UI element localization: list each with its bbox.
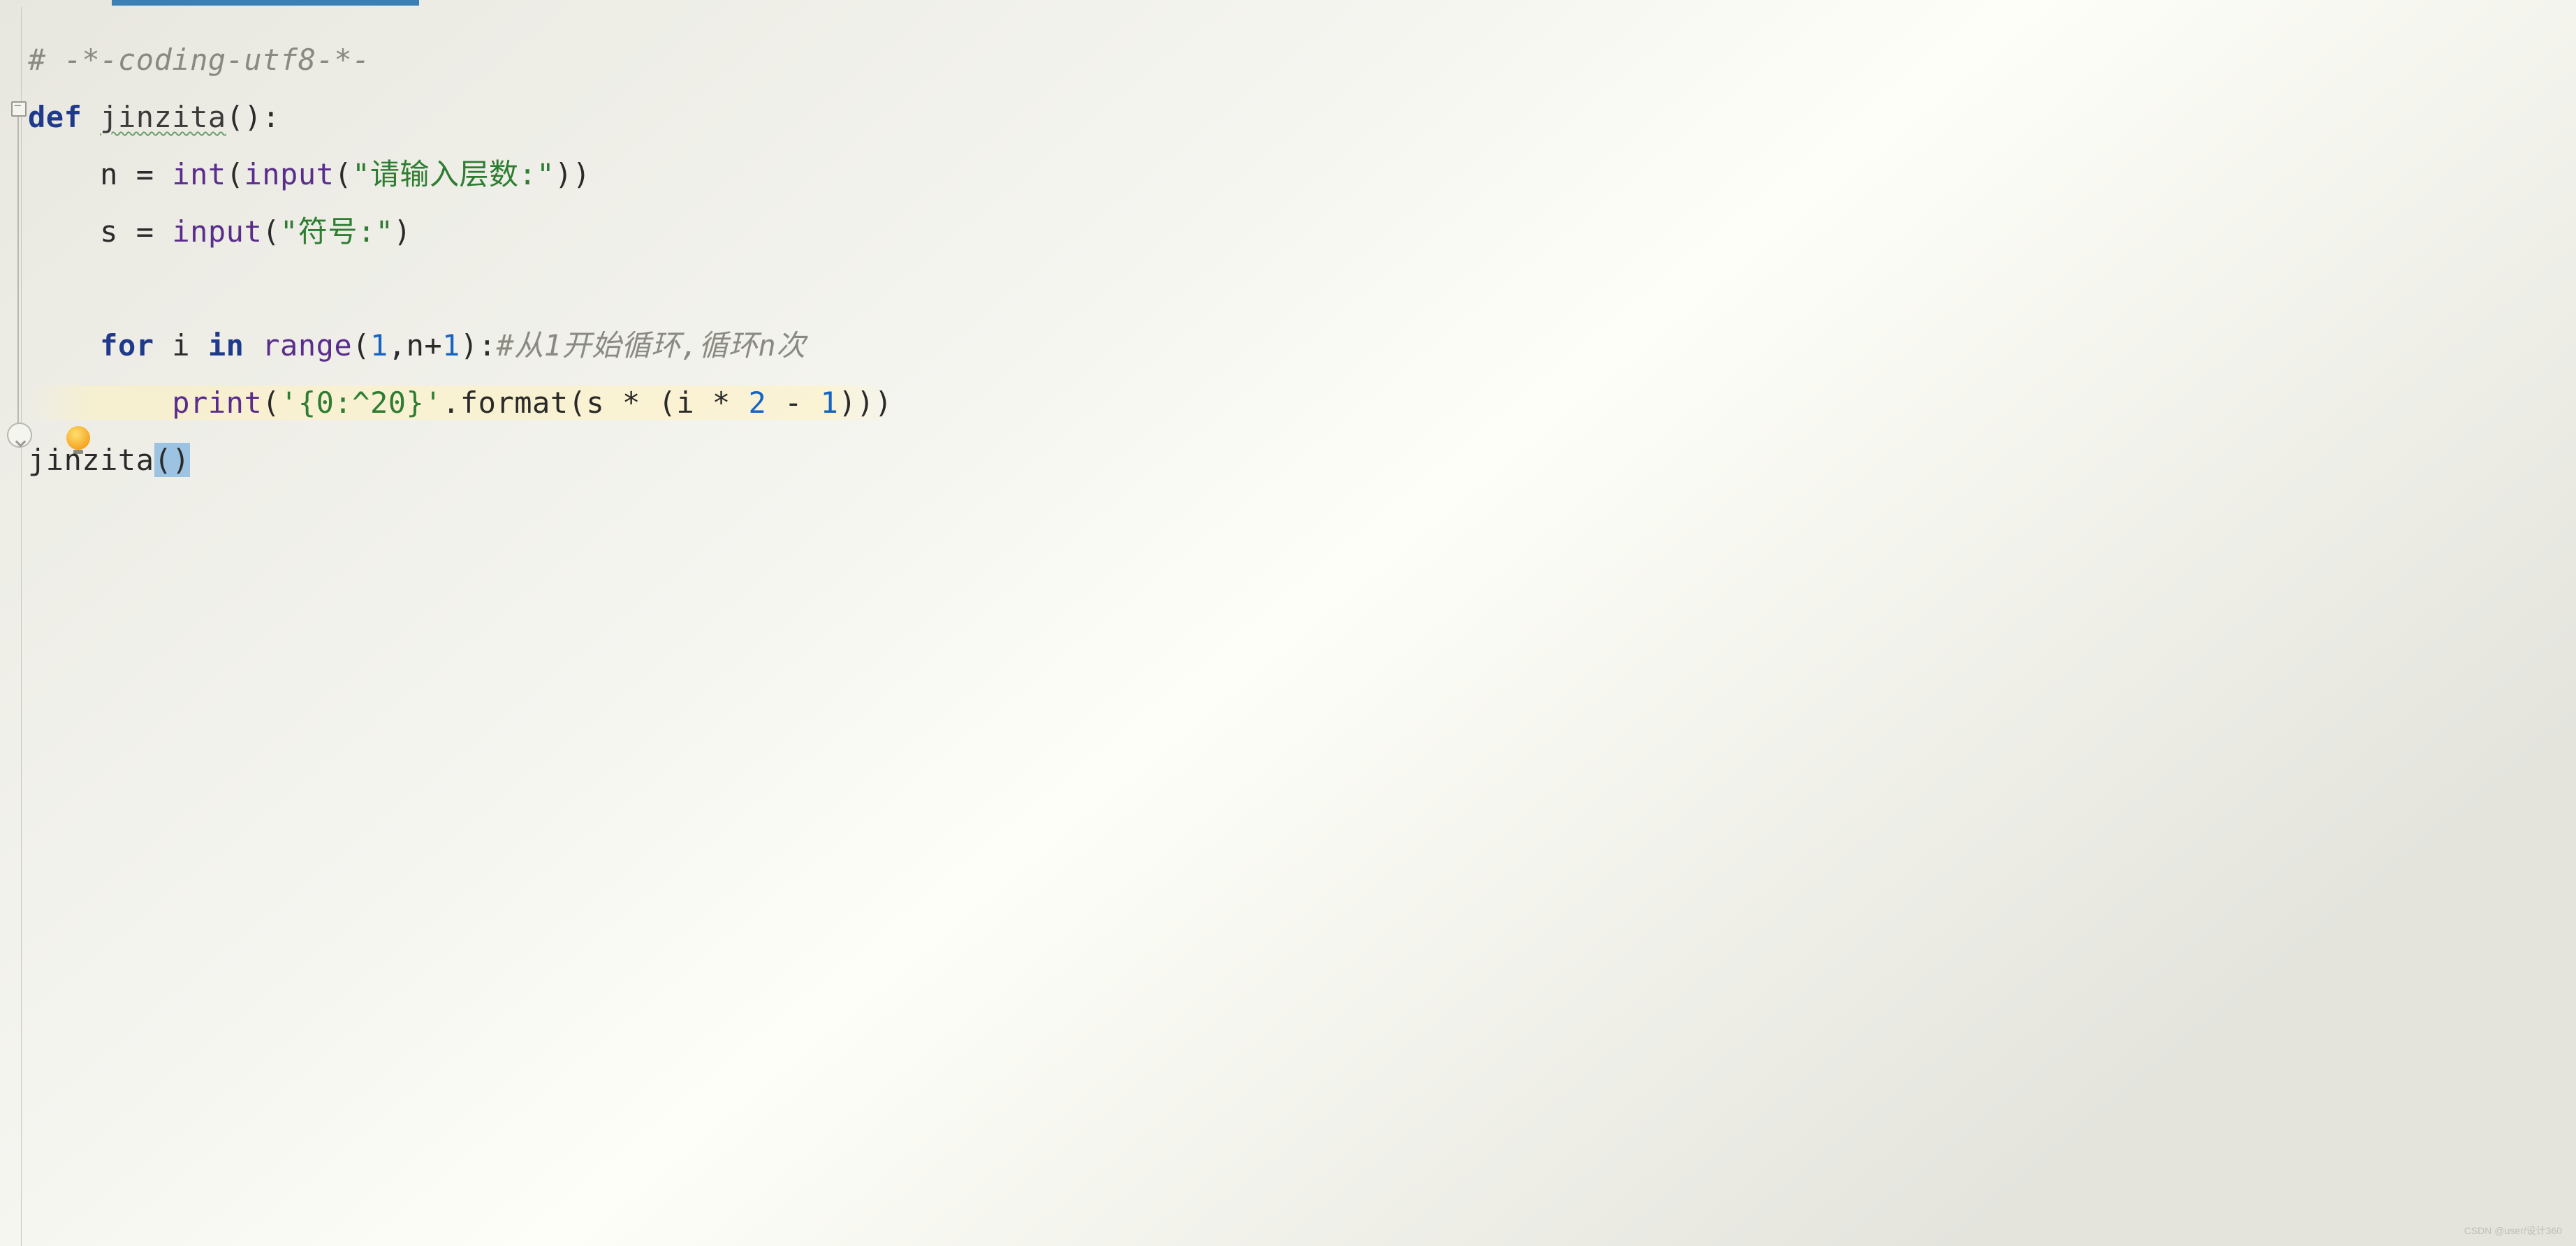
builtin-range: range [262,328,352,362]
keyword-in: in [208,328,244,362]
string-literal: "请输入层数:" [352,157,555,191]
number-literal: 1 [370,328,388,362]
number-literal: 1 [442,328,460,362]
builtin-input: input [244,157,334,191]
fold-guide-line [17,108,19,444]
watermark-text: CSDN @user/设计360 [2464,1224,2562,1238]
code-editor[interactable]: # -*-coding-utf8-*- def jinzita(): n = i… [0,0,2576,1246]
keyword-for: for [100,328,154,362]
active-tab-indicator [112,0,419,6]
string-literal: "符号:" [280,214,393,249]
keyword-def: def [28,100,82,134]
builtin-input: input [172,214,262,249]
number-literal: 1 [821,386,839,420]
assign-n: n = [100,157,172,191]
fold-collapse-icon[interactable] [11,101,27,117]
assign-s: s = [100,214,172,249]
format-string: '{0:^20}' [280,386,442,420]
code-area[interactable]: # -*-coding-utf8-*- def jinzita(): n = i… [28,31,893,489]
function-name: jinzita [100,100,226,134]
comment-line: # -*-coding-utf8-*- [28,43,370,77]
number-literal: 2 [748,386,766,420]
paren: (): [226,100,280,134]
builtin-print: print [172,386,262,420]
builtin-int: int [172,157,226,191]
function-call: jinzita [28,443,154,477]
selection: () [154,443,191,477]
inline-comment: #从1开始循环,循环n次 [497,328,806,362]
